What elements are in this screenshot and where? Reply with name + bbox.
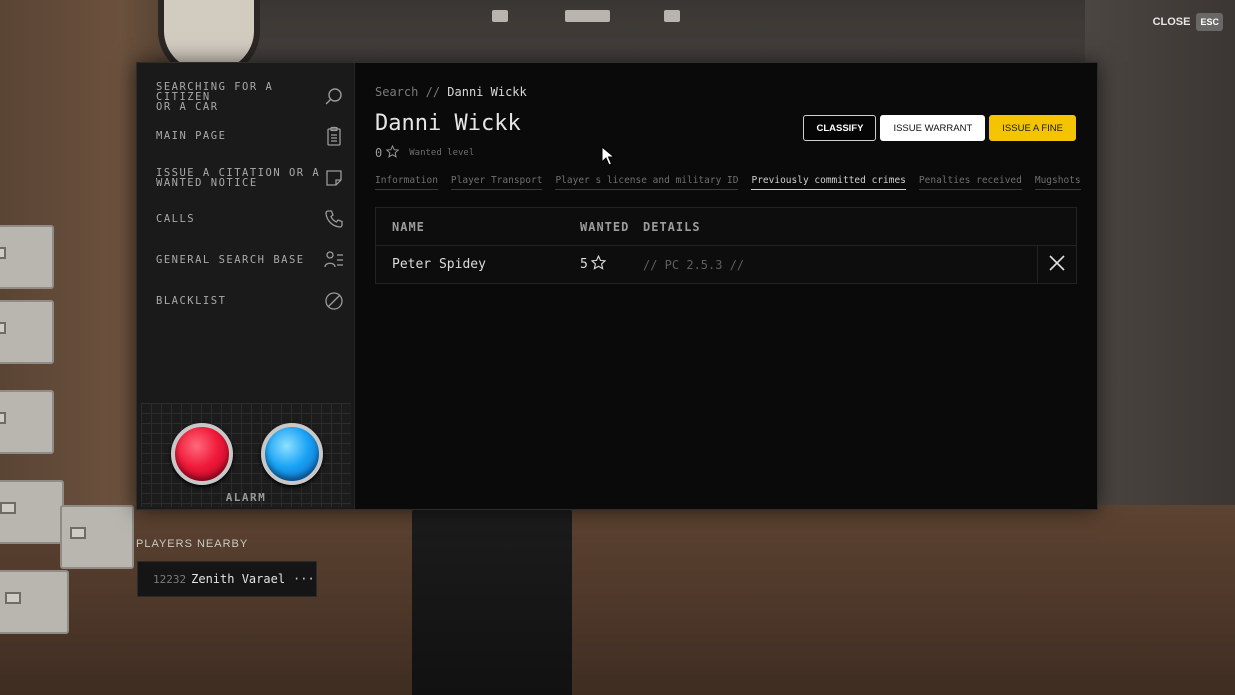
ceiling-light xyxy=(492,10,508,22)
filing-cabinet xyxy=(60,505,134,569)
nearby-player-name: Zenith Varael xyxy=(191,572,286,586)
crime-details: // PC 2.5.3 // xyxy=(643,257,745,272)
action-buttons: CLASSIFY ISSUE WARRANT ISSUE A FINE xyxy=(803,115,1076,141)
crime-wanted-level: 5 xyxy=(580,254,643,274)
filing-cabinet xyxy=(0,570,69,634)
person-list-icon xyxy=(324,250,344,270)
column-header-name: NAME xyxy=(392,219,425,234)
wanted-level-caption: Wanted level xyxy=(409,148,475,158)
page-title: Danni Wickk xyxy=(375,111,521,136)
sidebar-item-main-page[interactable]: MAIN PAGE xyxy=(137,116,354,156)
crimes-table: NAME WANTED DETAILS Peter Spidey 5 // PC… xyxy=(375,207,1077,284)
ceiling-light xyxy=(664,10,680,22)
issue-fine-button[interactable]: ISSUE A FINE xyxy=(989,115,1076,141)
tab-player-transport[interactable]: Player Transport xyxy=(450,175,543,190)
close-icon xyxy=(1048,254,1066,276)
column-header-wanted: WANTED xyxy=(580,219,630,234)
filing-cabinet xyxy=(0,300,54,364)
tab-information[interactable]: Information xyxy=(375,175,438,190)
column-header-details: DETAILS xyxy=(643,219,701,234)
sidebar-item-label: MAIN PAGE xyxy=(156,130,227,142)
classify-button[interactable]: CLASSIFY xyxy=(803,115,877,141)
nearby-player-card[interactable]: 12232 Zenith Varael ··· xyxy=(137,561,317,597)
tab-previously-committed-crimes[interactable]: Previously committed crimes xyxy=(751,175,906,190)
sidebar-item-issue-citation[interactable]: ISSUE A CITATION OR A WANTED NOTICE xyxy=(137,158,354,198)
esc-key-badge[interactable]: ESC xyxy=(1196,13,1223,31)
more-options-icon[interactable]: ··· xyxy=(293,572,315,586)
ban-icon xyxy=(324,291,344,311)
sidebar-item-label: GENERAL SEARCH BASE xyxy=(156,254,305,266)
blue-alarm-button[interactable] xyxy=(261,423,323,485)
profile-tabs: Information Player Transport Player s li… xyxy=(375,175,1081,190)
breadcrumb-current: Danni Wickk xyxy=(447,85,527,99)
sidebar-item-label: ISSUE A CITATION OR A WANTED NOTICE xyxy=(156,167,321,189)
breadcrumb-root[interactable]: Search xyxy=(375,85,418,99)
sidebar-item-calls[interactable]: CALLS xyxy=(137,199,354,239)
crime-offender-name: Peter Spidey xyxy=(392,257,486,272)
players-nearby-title: PLAYERS NEARBY xyxy=(136,538,249,550)
phone-icon xyxy=(324,209,344,229)
star-icon xyxy=(385,144,400,161)
sidebar-item-blacklist[interactable]: BLACKLIST xyxy=(137,281,354,321)
sidebar: SEARCHING FOR A CITIZEN OR A CAR MAIN PA… xyxy=(137,63,355,509)
sticky-note-icon xyxy=(324,168,344,188)
alarm-label: ALARM xyxy=(225,491,267,504)
close-label[interactable]: CLOSE xyxy=(1153,16,1191,28)
player-character xyxy=(412,505,572,695)
nearby-player-id: 12232 xyxy=(153,572,187,586)
filing-cabinet xyxy=(0,390,54,454)
tab-license-military-id[interactable]: Player s license and military ID xyxy=(555,175,739,190)
sidebar-item-label: CALLS xyxy=(156,213,196,225)
breadcrumb-separator: // xyxy=(425,85,441,99)
star-icon xyxy=(590,254,607,274)
police-mdt-panel: SEARCHING FOR A CITIZEN OR A CAR MAIN PA… xyxy=(136,62,1098,510)
red-alarm-button[interactable] xyxy=(171,423,233,485)
remove-crime-button[interactable] xyxy=(1037,246,1076,283)
ceiling-light xyxy=(565,10,610,22)
clipboard-icon xyxy=(324,126,344,146)
alarm-panel: ALARM xyxy=(141,403,351,507)
tab-mugshots[interactable]: Mugshots xyxy=(1034,175,1081,190)
breadcrumb: Search // Danni Wickk xyxy=(375,85,527,99)
issue-warrant-button[interactable]: ISSUE WARRANT xyxy=(880,115,986,141)
crime-wanted-value: 5 xyxy=(580,257,588,272)
citizen-profile: Search // Danni Wickk Danni Wickk 0 Want… xyxy=(375,63,1081,509)
mouse-cursor-icon xyxy=(601,146,615,166)
filing-cabinet xyxy=(0,225,54,289)
sidebar-item-label: SEARCHING FOR A CITIZEN OR A CAR xyxy=(156,81,274,113)
floor xyxy=(0,505,1235,695)
table-header: NAME WANTED DETAILS xyxy=(376,208,1076,246)
filing-cabinet xyxy=(0,480,64,544)
table-row[interactable]: Peter Spidey 5 // PC 2.5.3 // xyxy=(376,246,1076,283)
close-control[interactable]: CLOSE ESC xyxy=(1153,13,1223,31)
sidebar-item-label: BLACKLIST xyxy=(156,295,227,307)
wanted-level-value: 0 xyxy=(375,146,383,160)
search-icon xyxy=(324,87,344,107)
tab-penalties-received[interactable]: Penalties received xyxy=(918,175,1022,190)
wanted-level: 0 Wanted level xyxy=(375,144,475,161)
sidebar-item-general-search-base[interactable]: GENERAL SEARCH BASE xyxy=(137,240,354,280)
